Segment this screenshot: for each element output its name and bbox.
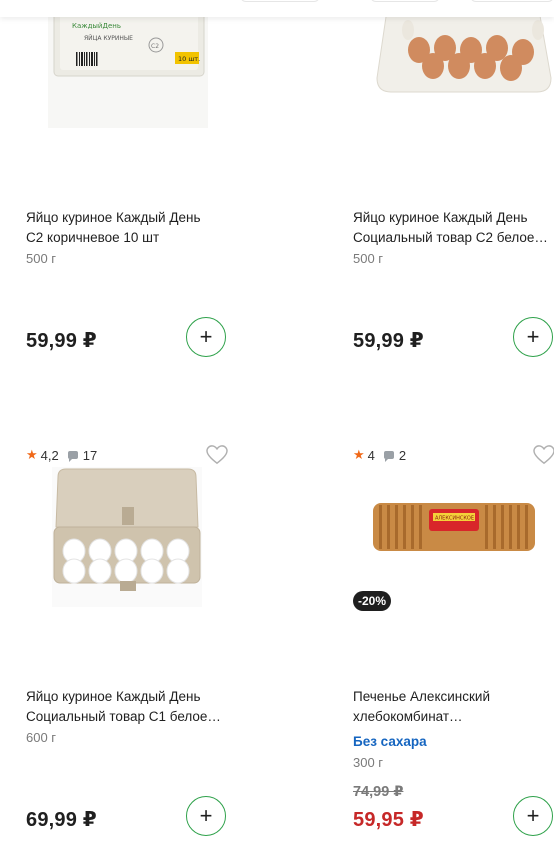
product-title-line2[interactable]: Социальный товар С1 белое…: [26, 707, 226, 727]
rating-value: 4: [367, 447, 375, 463]
svg-text:АЛЕКСИНСКОЕ: АЛЕКСИНСКОЕ: [435, 516, 474, 522]
plus-icon: +: [199, 324, 213, 349]
top-control[interactable]: [370, 0, 440, 2]
svg-text:КаждыйДень: КаждыйДень: [72, 22, 121, 30]
product-price: 59,99 ₽: [26, 330, 97, 352]
product-price: 69,99 ₽: [26, 809, 97, 831]
product-weight: 500 г: [26, 251, 57, 266]
reviews-icon: [383, 451, 394, 462]
add-to-cart-button[interactable]: +: [186, 317, 226, 357]
product-title-line1[interactable]: Яйцо куриное Каждый День: [26, 687, 226, 707]
rating-value: 4,2: [40, 447, 59, 463]
product-weight: 300 г: [353, 755, 384, 770]
reviews-count: 17: [82, 447, 98, 463]
top-control[interactable]: [240, 0, 320, 2]
product-price: 59,95 ₽: [353, 809, 424, 831]
product-title-line1[interactable]: Яйцо куриное Каждый День: [353, 208, 553, 228]
reviews-icon: [67, 451, 78, 462]
svg-text:10 шт.: 10 шт.: [178, 55, 200, 63]
product-weight: 500 г: [353, 251, 384, 266]
product-image[interactable]: [52, 467, 202, 607]
plus-icon: +: [526, 324, 540, 349]
star-icon: ★: [26, 447, 38, 462]
reviews-count: 2: [398, 447, 407, 463]
add-to-cart-button[interactable]: +: [513, 317, 553, 357]
product-title-line2[interactable]: С2 коричневое 10 шт: [26, 228, 226, 248]
favorite-heart-icon[interactable]: [533, 445, 554, 465]
product-title-line2[interactable]: Социальный товар С2 белое…: [353, 228, 553, 248]
product-image[interactable]: АЛЕКСИНСКОЕ: [371, 497, 537, 557]
product-card[interactable]: Яйцо куриное Каждый День Социальный това…: [353, 0, 554, 380]
product-card[interactable]: КаждыйДень ЯЙЦА КУРИНЫЕ С2 10 шт. Яйцо к…: [26, 0, 236, 380]
product-weight: 600 г: [26, 730, 57, 745]
product-card[interactable]: ★ 4 2 АЛЕКСИНСКОЕ -20% Печенье Алексинск…: [353, 439, 554, 839]
product-title-line2[interactable]: хлебокомбинат…: [353, 707, 543, 727]
discount-badge: -20%: [353, 591, 392, 611]
product-old-price: 74,99 ₽: [353, 784, 404, 800]
star-icon: ★: [353, 447, 365, 462]
product-card[interactable]: ★ 4,2 17 Яйцо куриное Каждый День Социал…: [26, 439, 236, 839]
product-title-line1[interactable]: Печенье Алексинский: [353, 687, 543, 707]
product-rating: ★ 4,2 17: [26, 447, 98, 463]
favorite-heart-icon[interactable]: [206, 445, 228, 465]
top-control[interactable]: [470, 0, 554, 2]
product-title-line1[interactable]: Яйцо куриное Каждый День: [26, 208, 226, 228]
product-price: 59,99 ₽: [353, 330, 424, 352]
svg-text:С2: С2: [151, 43, 159, 50]
plus-icon: +: [199, 803, 213, 828]
plus-icon: +: [526, 803, 540, 828]
add-to-cart-button[interactable]: +: [186, 796, 226, 836]
add-to-cart-button[interactable]: +: [513, 796, 553, 836]
svg-text:ЯЙЦА КУРИНЫЕ: ЯЙЦА КУРИНЫЕ: [84, 35, 133, 42]
product-tag: Без сахара: [353, 734, 427, 749]
product-rating: ★ 4 2: [353, 447, 407, 463]
top-bar: [0, 0, 554, 17]
product-image[interactable]: КаждыйДень ЯЙЦА КУРИНЫЕ С2 10 шт.: [48, 0, 208, 128]
